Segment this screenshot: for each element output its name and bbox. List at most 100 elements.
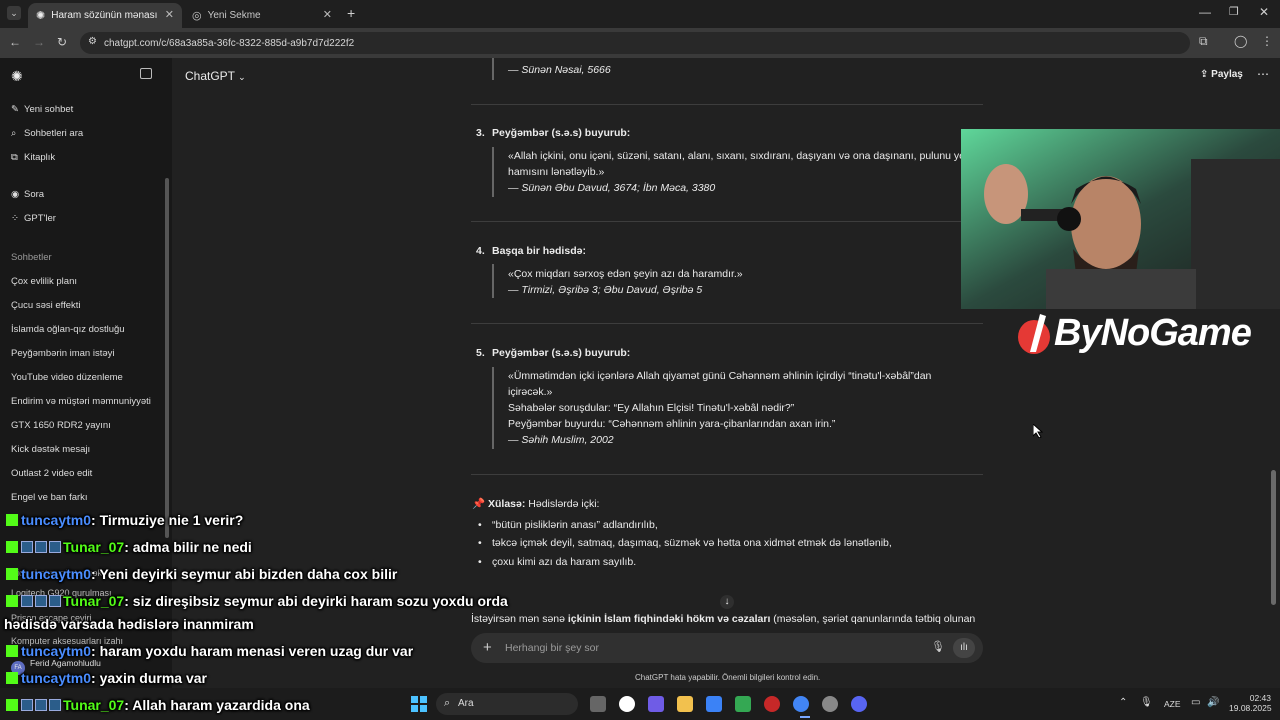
tab-new[interactable]: ◎ Yeni Sekme ✕ — [184, 3, 340, 28]
sidebar-item-library[interactable]: ⧉ Kitaplık — [11, 152, 55, 163]
voice-mode-icon[interactable]: ılı — [953, 638, 975, 658]
sidebar-chat-item[interactable]: Peyğəmbərin iman istəyi — [11, 348, 115, 359]
disclaimer: ChatGPT hata yapabilir. Önemli bilgileri… — [635, 673, 821, 682]
network-icon[interactable]: ▭ — [1191, 697, 1200, 708]
sidebar-item-sora[interactable]: ◉ Sora — [11, 189, 44, 200]
prompt-input[interactable]: Herhangi bir şey sor — [505, 642, 599, 654]
clock[interactable]: 02:43 19.08.2025 — [1229, 693, 1272, 713]
quote-line: «Allah içkini, onu içəni, süzəni, satanı… — [508, 150, 985, 162]
model-selector[interactable]: ChatGPT ⌄ — [185, 69, 246, 83]
reload-icon[interactable]: ↻ — [57, 35, 67, 49]
scroll-down-button[interactable]: ↓ — [720, 595, 734, 609]
list-number: 5. — [476, 347, 485, 359]
badge-icon — [21, 595, 33, 607]
sidebar-chat-item[interactable]: YouTube video düzenleme — [11, 372, 123, 383]
edit-icon: ✎ — [11, 104, 19, 115]
add-attachment-icon[interactable]: + — [483, 639, 492, 656]
browser-menu-icon[interactable]: ⋮ — [1261, 34, 1273, 48]
task-view-icon[interactable] — [590, 696, 606, 712]
chrome-icon[interactable] — [793, 696, 809, 712]
chat-message: Tunar_07: siz direşibsiz seymur abi deyi… — [6, 593, 508, 609]
back-icon[interactable]: ← — [9, 35, 21, 49]
google-icon[interactable] — [619, 696, 635, 712]
library-icon: ⧉ — [11, 152, 18, 163]
new-tab-button[interactable]: + — [347, 5, 355, 21]
windows-start-icon[interactable] — [411, 696, 427, 717]
close-tab-icon[interactable]: ✕ — [165, 8, 174, 21]
bullet-icon: • — [478, 556, 482, 568]
chat-message: tuncaytm0: yaxin durma var — [6, 670, 207, 686]
minecraft-icon[interactable] — [735, 696, 751, 712]
extensions-icon[interactable]: ⧉ — [1199, 34, 1208, 49]
minimize-icon[interactable]: — — [1199, 5, 1211, 19]
quote-line: Səhabələr soruşdular: “Ey Allahın Elçisi… — [508, 402, 795, 414]
sidebar-item-gpts[interactable]: ⁘ GPT'ler — [11, 213, 56, 224]
badge-icon — [49, 541, 61, 553]
microphone-icon[interactable]: 🎙 — [1140, 697, 1153, 708]
chat-message: tuncaytm0: Tirmuziye nie 1 verir? — [6, 512, 243, 528]
quote-line: «Çox miqdarı sərxoş edən şeyin azı da ha… — [508, 268, 743, 280]
file-explorer-icon[interactable] — [677, 696, 693, 712]
kick-icon — [6, 699, 18, 711]
forward-icon[interactable]: → — [33, 35, 45, 49]
close-window-icon[interactable]: ✕ — [1259, 5, 1269, 19]
share-button[interactable]: ⇪ Paylaş — [1200, 69, 1243, 80]
list-number: 3. — [476, 127, 485, 139]
microphone-icon[interactable]: 🎙 — [931, 640, 945, 653]
user-name[interactable]: Ferid Agamohludlu — [30, 658, 101, 668]
close-tab-icon[interactable]: ✕ — [323, 8, 332, 21]
sidebar-item-new-chat[interactable]: ✎ Yeni sohbet — [11, 104, 73, 115]
taskbar-search[interactable]: ⌕ Ara — [436, 693, 578, 715]
chat-message: tuncaytm0: haram yoxdu haram menasi vere… — [6, 643, 413, 659]
divider — [471, 323, 983, 324]
badge-icon — [21, 699, 33, 711]
more-options-icon[interactable]: ⋯ — [1257, 67, 1269, 81]
tab-search-button[interactable]: ⌄ — [7, 6, 21, 20]
store-icon[interactable] — [706, 696, 722, 712]
restore-icon[interactable]: ❐ — [1229, 5, 1239, 18]
copilot-icon[interactable] — [648, 696, 664, 712]
quote-line: «Ümmətimdən içki içənlərə Allah qiyamət … — [508, 370, 932, 382]
sidebar-chat-item[interactable]: İslamda oğlan-qız dostluğu — [11, 324, 125, 335]
sidebar-chat-item[interactable]: Kick dəstək mesajı — [11, 444, 90, 455]
sidebar-scrollbar[interactable] — [165, 178, 169, 538]
chatgpt-logo-icon[interactable]: ✺ — [11, 68, 23, 85]
list-item: təkcə içmək deyil, satmaq, daşımaq, süzm… — [492, 537, 892, 549]
webcam-image — [961, 129, 1280, 309]
sidebar-chat-item[interactable]: Engel ve ban farkı — [11, 492, 88, 503]
summary-heading: 📌 Xülasə: Hədislərdə içki: — [472, 498, 600, 510]
url-field[interactable]: ⚙ chatgpt.com/c/68a3a85a-36fc-8322-885d-… — [80, 32, 1190, 54]
divider — [471, 221, 983, 222]
arrow-down-icon: ↓ — [724, 596, 730, 607]
volume-icon[interactable]: 🔊 — [1207, 697, 1219, 708]
divider — [471, 104, 983, 105]
grid-icon: ⁘ — [11, 213, 19, 224]
discord-icon[interactable] — [851, 696, 867, 712]
opera-icon[interactable] — [764, 696, 780, 712]
sidebar-chat-item[interactable]: Çucu səsi effekti — [11, 300, 81, 311]
badge-icon — [49, 699, 61, 711]
bullet-icon: • — [478, 519, 482, 531]
sidebar-chat-item[interactable]: Çox evlilik planı — [11, 276, 77, 287]
sidebar-toggle-icon[interactable] — [140, 68, 152, 79]
language-indicator[interactable]: AZE — [1164, 699, 1181, 709]
sidebar-chat-item[interactable]: Endirim və müştəri məmnuniyyəti — [11, 396, 151, 407]
main-scrollbar[interactable] — [1271, 470, 1276, 605]
obs-icon[interactable] — [822, 696, 838, 712]
sidebar-item-search[interactable]: ⌕ Sohbetleri ara — [11, 128, 83, 139]
citation: — Səhih Muslim, 2002 — [508, 434, 614, 446]
kick-icon — [6, 568, 18, 580]
quote-line: hamısını lənətləyib.» — [508, 166, 605, 178]
site-info-icon[interactable]: ⚙ — [88, 36, 97, 47]
profile-icon[interactable]: ◯ — [1234, 34, 1247, 48]
sidebar-chat-item[interactable]: GTX 1650 RDR2 yayını — [11, 420, 111, 431]
tab-title: Yeni Sekme — [207, 10, 261, 21]
chat-message: Tunar_07: Allah haram yazardida ona — [6, 697, 310, 713]
citation: — Tirmizi, Əşribə 3; Əbu Davud, Əşribə 5 — [508, 284, 703, 296]
quote-bar — [492, 58, 494, 80]
chatgpt-favicon-icon: ✺ — [36, 10, 46, 22]
chevron-up-icon[interactable]: ⌃ — [1119, 697, 1127, 708]
tab-haram[interactable]: ✺ Haram sözünün mənası ✕ — [28, 3, 182, 28]
divider — [471, 474, 983, 475]
sidebar-chat-item[interactable]: Outlast 2 video edit — [11, 468, 92, 479]
